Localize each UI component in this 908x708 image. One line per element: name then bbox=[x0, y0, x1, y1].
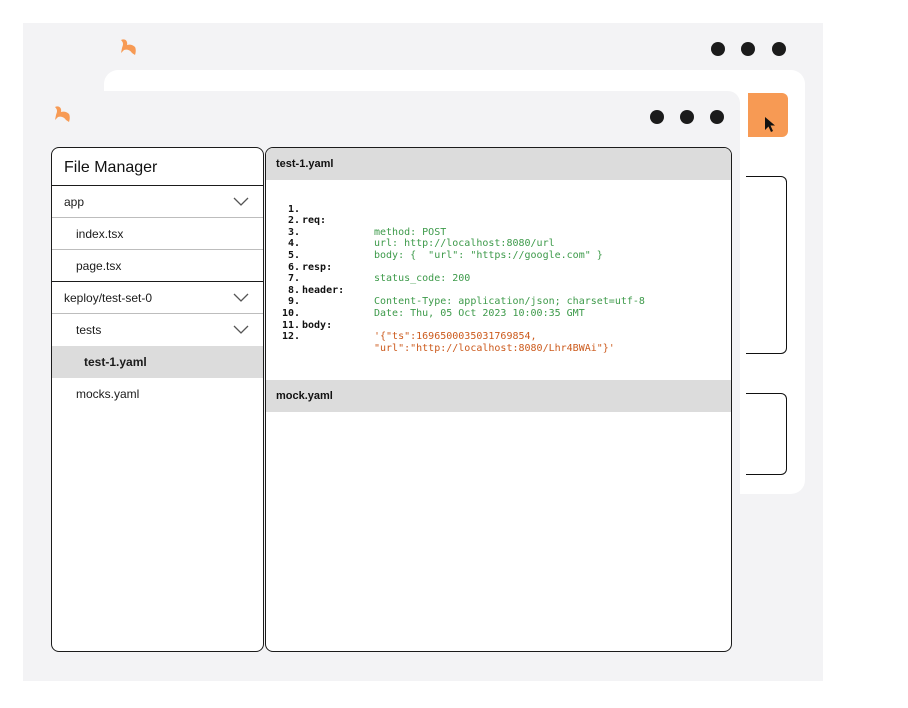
code-line: 6. status_code: 200 bbox=[266, 250, 731, 285]
code-editor: test-1.yaml 1. req: 2. method: POST 3. u… bbox=[265, 147, 732, 652]
code-line: 1. req: bbox=[266, 192, 731, 227]
more-dots-icon[interactable] bbox=[650, 110, 664, 124]
chevron-down-icon[interactable] bbox=[233, 293, 249, 303]
mouse-cursor-icon bbox=[765, 117, 775, 132]
tree-item-label: test-1.yaml bbox=[84, 355, 147, 369]
tree-item-mocks-yaml[interactable]: mocks.yaml bbox=[52, 378, 263, 410]
more-dots-icon[interactable] bbox=[710, 110, 724, 124]
code-view: 1. req: 2. method: POST 3. url: http://l… bbox=[266, 180, 731, 380]
back-content-box bbox=[746, 176, 787, 354]
code-line: 4. body: { "url": "https://google.com" } bbox=[266, 227, 731, 261]
tree-item-index-tsx[interactable]: index.tsx bbox=[52, 218, 263, 250]
tree-item-app[interactable]: app bbox=[52, 186, 263, 218]
tree-item-label: mocks.yaml bbox=[76, 387, 140, 401]
more-dots-icon[interactable] bbox=[772, 42, 786, 56]
back-content-box bbox=[746, 393, 787, 475]
code-text: '{"ts":1696500035031769854, bbox=[374, 331, 537, 343]
code-text: "url":"http://localhost:8080/Lhr4BWAi"}' bbox=[374, 342, 615, 354]
tree-item-label: page.tsx bbox=[76, 259, 122, 273]
tab-test-1-yaml[interactable]: test-1.yaml bbox=[266, 148, 731, 180]
tree-item-tests[interactable]: tests bbox=[52, 314, 263, 346]
line-number: 12. bbox=[282, 331, 301, 343]
code-line: 9. Date: Thu, 05 Oct 2023 10:00:35 GMT bbox=[266, 285, 731, 319]
chevron-down-icon[interactable] bbox=[233, 197, 249, 207]
code-line: 7. header: bbox=[266, 262, 731, 296]
code-line: 10. body: bbox=[266, 296, 731, 331]
tab-mock-yaml[interactable]: mock.yaml bbox=[266, 380, 731, 412]
tree-item-test-1-yaml[interactable]: test-1.yaml bbox=[52, 346, 263, 378]
chevron-down-icon[interactable] bbox=[233, 325, 249, 335]
tree-item-keploy-test-set[interactable]: keploy/test-set-0 bbox=[52, 282, 263, 314]
tree-item-label: index.tsx bbox=[76, 227, 124, 241]
code-line: 8. Content-Type: application/json; chars… bbox=[266, 273, 731, 308]
code-line: 12. "url":"http://localhost:8080/Lhr4BWA… bbox=[266, 320, 731, 354]
tree-item-page-tsx[interactable]: page.tsx bbox=[52, 250, 263, 282]
tree-item-label: keploy/test-set-0 bbox=[64, 291, 153, 305]
code-line: 2. method: POST bbox=[266, 204, 731, 238]
file-manager-title: File Manager bbox=[52, 148, 263, 186]
keploy-logo-icon bbox=[55, 106, 70, 122]
code-line: 11. '{"ts":1696500035031769854, bbox=[266, 308, 731, 343]
file-manager-sidebar: File Manager app index.tsx page.tsx kepl… bbox=[51, 147, 264, 652]
more-dots-icon[interactable] bbox=[711, 42, 725, 56]
tree-item-label: app bbox=[64, 195, 85, 209]
more-dots-icon[interactable] bbox=[741, 42, 755, 56]
code-line: 5. resp: bbox=[266, 238, 731, 273]
code-line: 3. url: http://localhost:8080/url bbox=[266, 215, 731, 250]
more-dots-icon[interactable] bbox=[680, 110, 694, 124]
keploy-logo-icon bbox=[121, 39, 136, 55]
tree-item-label: tests bbox=[76, 323, 102, 337]
